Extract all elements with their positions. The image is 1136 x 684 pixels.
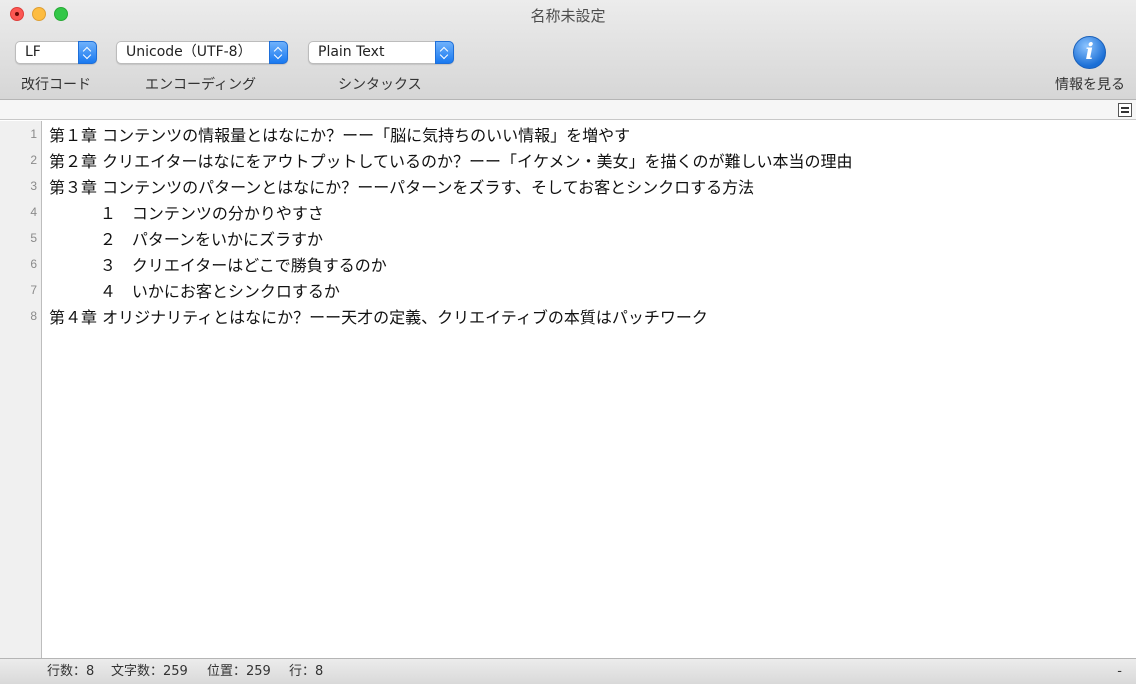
line-number: 1: [30, 127, 37, 141]
status-line-count: 行数：8: [47, 664, 95, 679]
line-ending-popup[interactable]: LF: [15, 41, 97, 64]
chevron-updown-icon: [435, 41, 454, 64]
status-position: 位置：259: [207, 664, 271, 679]
text-line[interactable]: 第２章 クリエイターはなにをアウトプットしているのか？ーー「イケメン・美女」を描…: [49, 149, 853, 175]
line-number: 2: [30, 153, 37, 167]
syntax-popup[interactable]: Plain Text: [308, 41, 454, 64]
text-line[interactable]: ３ クリエイターはどこで勝負するのか: [49, 253, 387, 279]
encoding-popup[interactable]: Unicode（UTF-8）: [116, 41, 288, 64]
line-number-gutter: 1 2 3 4 5 6 7 8: [0, 121, 42, 658]
line-ending-value: LF: [25, 44, 41, 60]
status-bar: 行数：8 文字数：259 位置：259 行：8 -: [0, 658, 1136, 684]
text-line[interactable]: 第１章 コンテンツの情報量とはなにか？ーー「脳に気持ちのいい情報」を増やす: [49, 123, 630, 149]
status-right: -: [1117, 664, 1122, 679]
text-line[interactable]: 第３章 コンテンツのパターンとはなにか？ーーパターンをズラす、そしてお客とシンク…: [49, 175, 754, 201]
window-title: 名称未設定: [530, 7, 606, 25]
line-number: 7: [30, 283, 37, 297]
line-number: 8: [30, 309, 37, 323]
info-icon[interactable]: i: [1073, 36, 1106, 69]
encoding-value: Unicode（UTF-8）: [126, 44, 252, 60]
syntax-label: シンタックス: [338, 77, 422, 93]
line-number: 6: [30, 257, 37, 271]
text-line[interactable]: 第４章 オリジナリティとはなにか？ーー天才の定義、クリエイティブの本質はパッチワ…: [49, 305, 708, 331]
text-line[interactable]: １ コンテンツの分かりやすさ: [49, 201, 324, 227]
line-ending-label: 改行コード: [21, 77, 91, 93]
chevron-updown-icon: [78, 41, 97, 64]
split-view-icon[interactable]: [1118, 103, 1132, 117]
editor-header-strip: [0, 100, 1136, 120]
chevron-updown-icon: [269, 41, 288, 64]
status-char-count: 文字数：259: [111, 664, 188, 679]
window-toolbar: 名称未設定 LF Unicode（UTF-8） Plain Text 改行コード…: [0, 0, 1136, 100]
line-number: 4: [30, 205, 37, 219]
text-editor[interactable]: 第１章 コンテンツの情報量とはなにか？ーー「脳に気持ちのいい情報」を増やす 第２…: [43, 121, 1136, 658]
line-number: 5: [30, 231, 37, 245]
text-line[interactable]: ４ いかにお客とシンクロするか: [49, 279, 340, 305]
encoding-label: エンコーディング: [145, 77, 257, 93]
text-line[interactable]: ２ パターンをいかにズラすか: [49, 227, 323, 253]
info-label[interactable]: 情報を見る: [1055, 74, 1125, 94]
syntax-value: Plain Text: [318, 44, 385, 60]
status-row: 行：8: [289, 664, 324, 679]
line-number: 3: [30, 179, 37, 193]
